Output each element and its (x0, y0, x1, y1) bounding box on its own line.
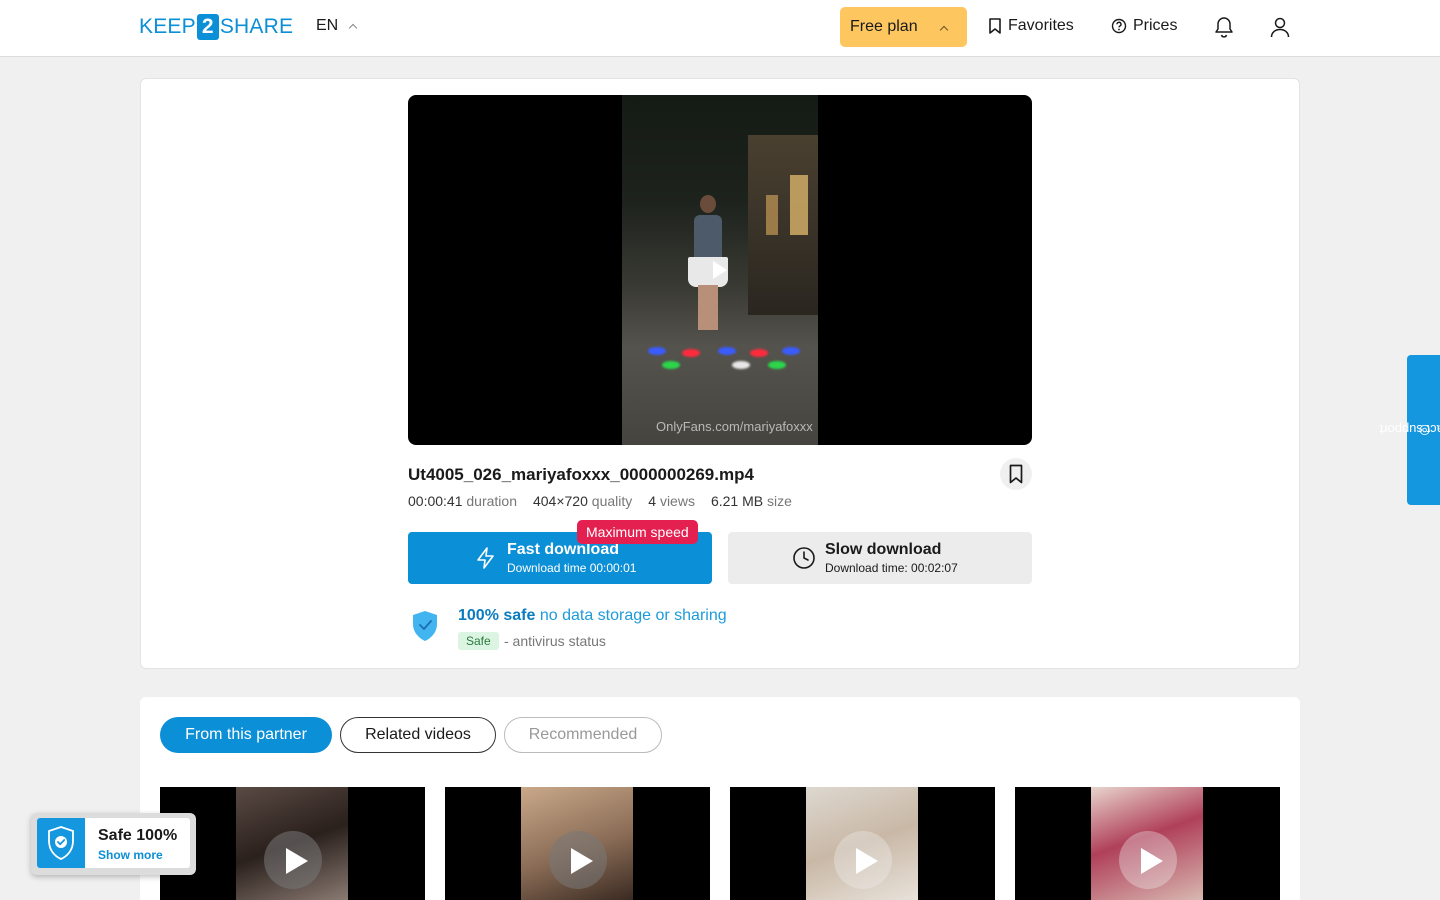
add-to-favorites-button[interactable] (1000, 458, 1032, 490)
video-watermark: OnlyFans.com/mariyafoxxx (656, 419, 813, 434)
meta-quality: 404×720 quality (532, 493, 633, 509)
safe-widget-body: Safe 100% Show more (37, 818, 190, 868)
safe-widget-shield (37, 818, 85, 868)
video-thumbnail[interactable] (730, 787, 995, 900)
fast-download-time: Download time 00:00:01 (507, 560, 637, 575)
free-plan-button[interactable]: Free plan (840, 7, 967, 47)
video-thumbnail[interactable] (445, 787, 710, 900)
logo-text-2: 2 (196, 14, 219, 40)
top-header: KEEP 2 SHARE EN Free plan Favorites Pric… (0, 0, 1440, 57)
slow-download-title: Slow download (825, 540, 942, 558)
favorites-link[interactable]: Favorites (988, 17, 1074, 35)
safe-widget-title: Safe 100% (98, 827, 178, 844)
language-label: EN (316, 17, 339, 34)
file-name: Ut4005_026_mariyafoxxx_0000000269.mp4 (408, 465, 754, 484)
video-lights (622, 347, 818, 377)
bell-icon (1215, 17, 1233, 38)
video-window (790, 175, 808, 235)
lightning-icon (477, 547, 494, 569)
account-button[interactable] (1268, 15, 1292, 39)
prices-link[interactable]: Prices (1111, 17, 1177, 35)
antivirus-status-label: - antivirus status (504, 633, 606, 649)
user-icon (1270, 17, 1290, 38)
slow-download-button[interactable]: Slow download Download time: 00:02:07 (728, 532, 1032, 584)
contact-support-tab[interactable]: ◎ contact support (1379, 355, 1440, 505)
site-logo[interactable]: KEEP 2 SHARE (139, 14, 293, 40)
maximum-speed-badge: Maximum speed (577, 520, 698, 544)
logo-text-share: SHARE (219, 15, 294, 38)
show-more-link[interactable]: Show more (98, 848, 163, 862)
shield-check-icon (48, 826, 74, 860)
contact-support-label: ◎ contact support (1379, 422, 1440, 438)
plan-label: Free plan (850, 18, 918, 35)
shield-check-icon (413, 611, 437, 641)
logo-text-keep: KEEP (139, 15, 196, 38)
meta-size: 6.21 MB size (710, 493, 792, 509)
video-thumbnail[interactable] (160, 787, 425, 900)
play-icon[interactable] (713, 261, 727, 279)
tab-recommended[interactable]: Recommended (504, 717, 662, 753)
clock-icon (793, 547, 815, 569)
bookmark-icon (989, 18, 1001, 34)
chevron-up-icon (348, 23, 358, 33)
favorites-label: Favorites (1008, 17, 1074, 34)
help-circle-icon (1111, 18, 1127, 34)
file-meta: 00:00:41 duration 404×720 quality 4 view… (408, 493, 792, 509)
notifications-button[interactable] (1212, 15, 1236, 39)
language-selector[interactable]: EN (316, 17, 358, 35)
meta-views: 4 views (648, 493, 695, 509)
video-window (766, 195, 778, 235)
video-player[interactable]: OnlyFans.com/mariyafoxxx (408, 95, 1032, 445)
meta-duration: 00:00:41 duration (408, 493, 517, 509)
suggestions-panel: From this partner Related videos Recomme… (140, 697, 1300, 900)
play-icon (1141, 848, 1163, 874)
play-icon (571, 848, 593, 874)
tab-related-videos[interactable]: Related videos (340, 717, 496, 753)
file-card: OnlyFans.com/mariyafoxxx Ut4005_026_mari… (140, 78, 1300, 669)
chevron-up-icon (939, 25, 949, 35)
video-thumbnail[interactable] (1015, 787, 1280, 900)
safe-widget[interactable]: Safe 100% Show more (31, 813, 196, 875)
tab-from-this-partner[interactable]: From this partner (160, 717, 332, 753)
prices-label: Prices (1133, 17, 1178, 34)
play-icon (856, 848, 878, 874)
slow-download-time: Download time: 00:02:07 (825, 560, 958, 575)
play-icon (286, 848, 308, 874)
antivirus-safe-badge: Safe (458, 632, 499, 650)
bookmark-icon (1009, 464, 1023, 484)
safety-title: 100% safe no data storage or sharing (458, 607, 727, 624)
